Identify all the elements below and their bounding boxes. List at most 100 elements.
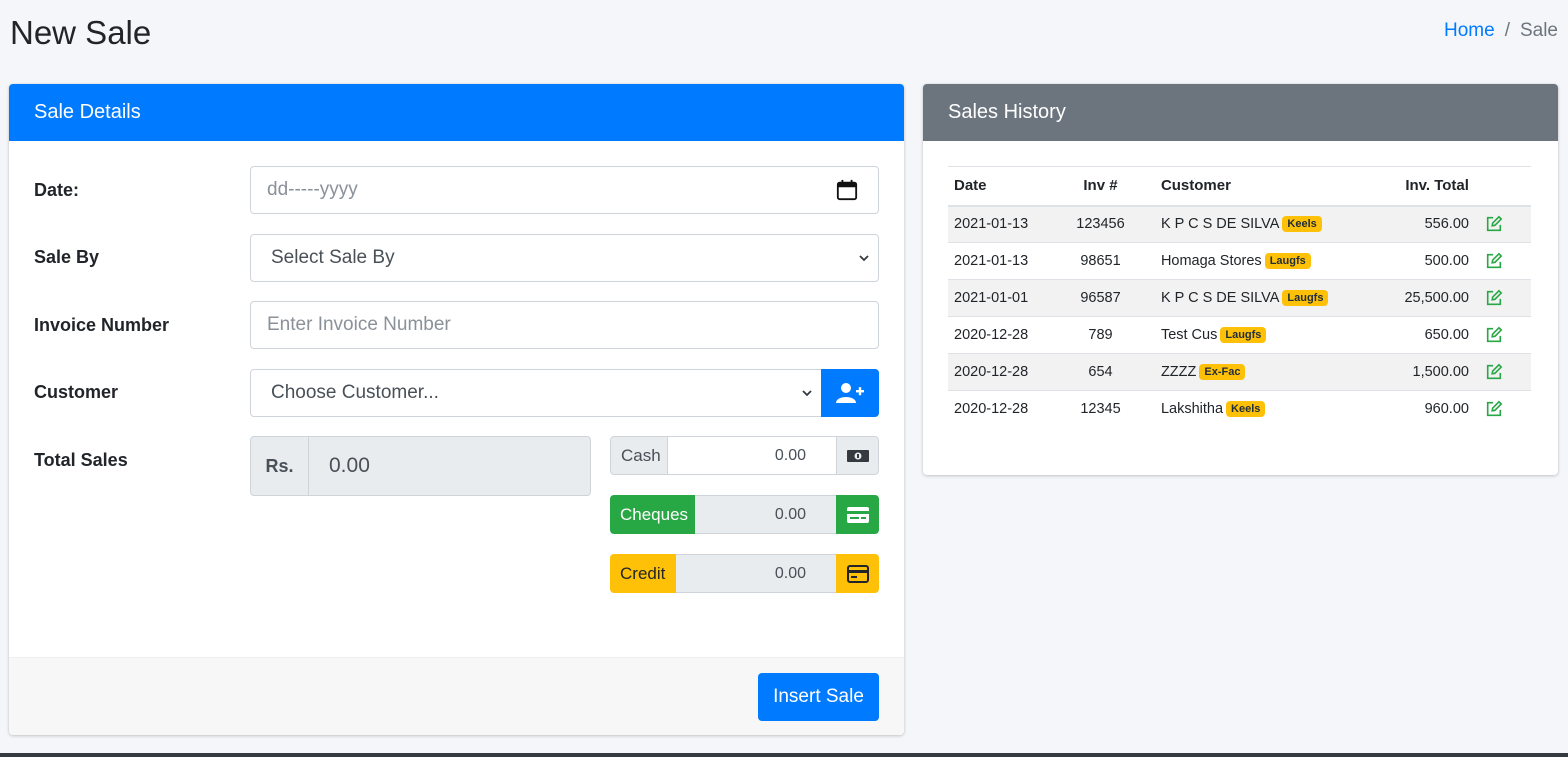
customer-select[interactable]: Choose Customer... bbox=[250, 369, 822, 417]
sale-by-select[interactable]: Select Sale By bbox=[250, 234, 879, 282]
row-badge: Laugfs bbox=[1220, 327, 1267, 344]
edit-icon[interactable] bbox=[1485, 252, 1503, 270]
row-inv: 654 bbox=[1060, 353, 1141, 391]
row-customer-cell: ZZZZ Ex-Fac bbox=[1140, 353, 1349, 391]
sale-by-selected: Select Sale By bbox=[271, 247, 395, 268]
cash-input[interactable]: 0.00 bbox=[668, 436, 836, 475]
row-customer: Lakshitha bbox=[1160, 401, 1224, 418]
row-date: 2021-01-13 bbox=[948, 205, 1061, 243]
row-date: 2020-12-28 bbox=[948, 316, 1061, 354]
credit-input[interactable]: 0.00 bbox=[676, 554, 836, 593]
row-badge: Laugfs bbox=[1282, 290, 1329, 307]
date-placeholder: dd-----yyyy bbox=[267, 179, 358, 200]
breadcrumb-home-link[interactable]: Home bbox=[1444, 20, 1495, 42]
user-plus-icon bbox=[836, 383, 864, 403]
row-customer: Test Cus bbox=[1160, 326, 1218, 343]
sales-history-body: 2021-01-13 123456 K P C S DE SILVA Keels 556… bbox=[948, 205, 1531, 428]
row-customer: K P C S DE SILVA bbox=[1160, 216, 1280, 233]
customer-selected: Choose Customer... bbox=[271, 382, 439, 403]
row-total: 556.00 bbox=[1348, 205, 1475, 243]
table-header-row: Date Inv # Customer Inv. Total bbox=[948, 166, 1531, 207]
breadcrumb-separator: / bbox=[1504, 20, 1510, 41]
row-inv: 96587 bbox=[1060, 279, 1141, 317]
breadcrumb: Home / Sale bbox=[1444, 20, 1558, 42]
date-label: Date: bbox=[34, 180, 80, 200]
table-row: 2020-12-28 12345 Lakshitha Keels 960.00 bbox=[948, 390, 1531, 428]
edit-icon[interactable] bbox=[1485, 326, 1503, 344]
sale-details-card: Sale Details Date: dd-----yyyy Sale By S… bbox=[9, 84, 904, 735]
row-date: 2020-12-28 bbox=[948, 390, 1061, 428]
table-row: 2020-12-28 654 ZZZZ Ex-Fac 1,500.00 bbox=[948, 353, 1531, 391]
add-customer-button[interactable] bbox=[821, 369, 879, 417]
row-actions bbox=[1474, 242, 1531, 280]
row-total: 650.00 bbox=[1348, 316, 1475, 354]
row-customer-cell: Homaga Stores Laugfs bbox=[1140, 242, 1349, 280]
page-header: New Sale Home / Sale bbox=[10, 0, 1558, 70]
col-date: Date bbox=[948, 166, 1061, 207]
date-input[interactable]: dd-----yyyy bbox=[250, 166, 879, 214]
table-row: 2021-01-01 96587 K P C S DE SILVA Laugfs 25,… bbox=[948, 279, 1531, 317]
edit-icon[interactable] bbox=[1485, 289, 1503, 307]
col-inv: Inv # bbox=[1060, 166, 1141, 207]
row-actions bbox=[1474, 316, 1531, 354]
row-total: 960.00 bbox=[1348, 390, 1475, 428]
col-customer: Customer bbox=[1140, 166, 1349, 207]
row-customer: K P C S DE SILVA bbox=[1160, 289, 1280, 306]
row-date: 2021-01-01 bbox=[948, 279, 1061, 317]
invoice-number-label: Invoice Number bbox=[34, 315, 170, 335]
sale-details-header: Sale Details bbox=[9, 84, 904, 141]
col-total: Inv. Total bbox=[1348, 166, 1475, 207]
cheques-input[interactable]: 0.00 bbox=[695, 495, 836, 534]
cheques-label: Cheques bbox=[610, 495, 695, 534]
row-inv: 123456 bbox=[1060, 205, 1141, 243]
cheque-card-icon bbox=[836, 495, 879, 534]
customer-label: Customer bbox=[34, 382, 119, 402]
sales-history-table: Date Inv # Customer Inv. Total 2021-01-1… bbox=[948, 166, 1531, 428]
chevron-down-icon bbox=[859, 255, 869, 262]
breadcrumb-current: Sale bbox=[1519, 20, 1558, 41]
row-badge: Laugfs bbox=[1264, 253, 1311, 270]
edit-icon[interactable] bbox=[1485, 400, 1503, 418]
credit-label: Credit bbox=[610, 554, 676, 593]
invoice-number-input[interactable]: Enter Invoice Number bbox=[250, 301, 879, 349]
row-customer: ZZZZ bbox=[1160, 363, 1197, 380]
row-inv: 98651 bbox=[1060, 242, 1141, 280]
col-actions bbox=[1474, 166, 1531, 207]
row-total: 500.00 bbox=[1348, 242, 1475, 280]
row-inv: 789 bbox=[1060, 316, 1141, 354]
row-date: 2020-12-28 bbox=[948, 353, 1061, 391]
row-badge: Keels bbox=[1226, 401, 1266, 418]
row-actions bbox=[1474, 279, 1531, 317]
row-customer-cell: Test Cus Laugfs bbox=[1140, 316, 1349, 354]
edit-icon[interactable] bbox=[1485, 215, 1503, 233]
money-bill-icon bbox=[836, 436, 879, 475]
row-total: 1,500.00 bbox=[1348, 353, 1475, 391]
calendar-icon[interactable] bbox=[836, 179, 858, 201]
insert-sale-button[interactable]: Insert Sale bbox=[758, 673, 879, 721]
total-sales-label: Total Sales bbox=[34, 450, 128, 470]
credit-input-group: Credit 0.00 bbox=[610, 554, 879, 593]
edit-icon[interactable] bbox=[1485, 363, 1503, 381]
table-row: 2021-01-13 123456 K P C S DE SILVA Keels 556… bbox=[948, 205, 1531, 243]
row-customer-cell: K P C S DE SILVA Keels bbox=[1140, 205, 1349, 243]
sale-by-label: Sale By bbox=[34, 247, 100, 267]
row-date: 2021-01-13 bbox=[948, 242, 1061, 280]
row-customer-cell: Lakshitha Keels bbox=[1140, 390, 1349, 428]
invoice-number-placeholder: Enter Invoice Number bbox=[267, 314, 451, 335]
credit-card-icon bbox=[836, 554, 879, 593]
row-actions bbox=[1474, 353, 1531, 391]
chevron-down-icon bbox=[802, 390, 812, 397]
cheques-input-group: Cheques 0.00 bbox=[610, 495, 879, 534]
sales-history-card: Sales History Date Inv # Customer Inv. T… bbox=[923, 84, 1558, 475]
cash-label: Cash bbox=[610, 436, 668, 475]
row-customer: Homaga Stores bbox=[1160, 252, 1262, 269]
total-sales-display: Rs. 0.00 bbox=[250, 436, 591, 496]
total-sales-value: 0.00 bbox=[329, 454, 370, 477]
row-badge: Keels bbox=[1282, 216, 1322, 233]
sale-details-footer: Insert Sale bbox=[9, 657, 904, 735]
row-inv: 12345 bbox=[1060, 390, 1141, 428]
cash-input-group: Cash 0.00 bbox=[610, 436, 879, 475]
row-actions bbox=[1474, 390, 1531, 428]
bottom-border bbox=[0, 753, 1568, 757]
table-row: 2021-01-13 98651 Homaga Stores Laugfs 500.00 bbox=[948, 242, 1531, 280]
